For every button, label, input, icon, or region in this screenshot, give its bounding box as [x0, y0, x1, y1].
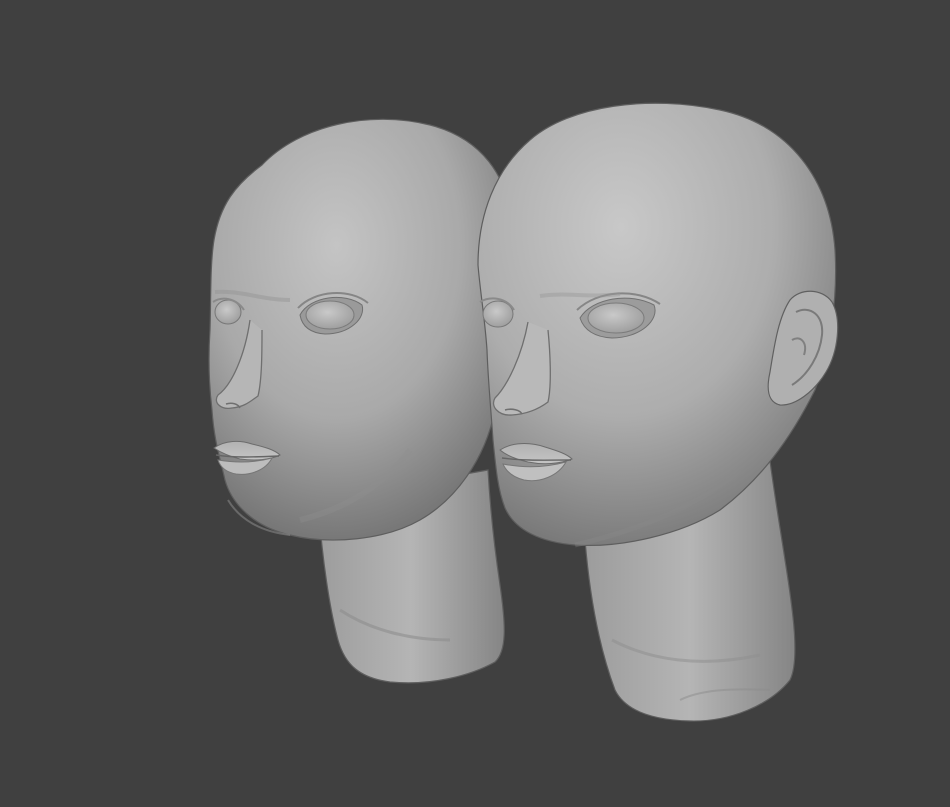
3d-viewport[interactable]	[0, 0, 950, 807]
viewport-canvas[interactable]	[0, 0, 950, 807]
head-sculpt-right[interactable]	[477, 102, 839, 722]
head-sculpt-left[interactable]	[208, 118, 513, 684]
